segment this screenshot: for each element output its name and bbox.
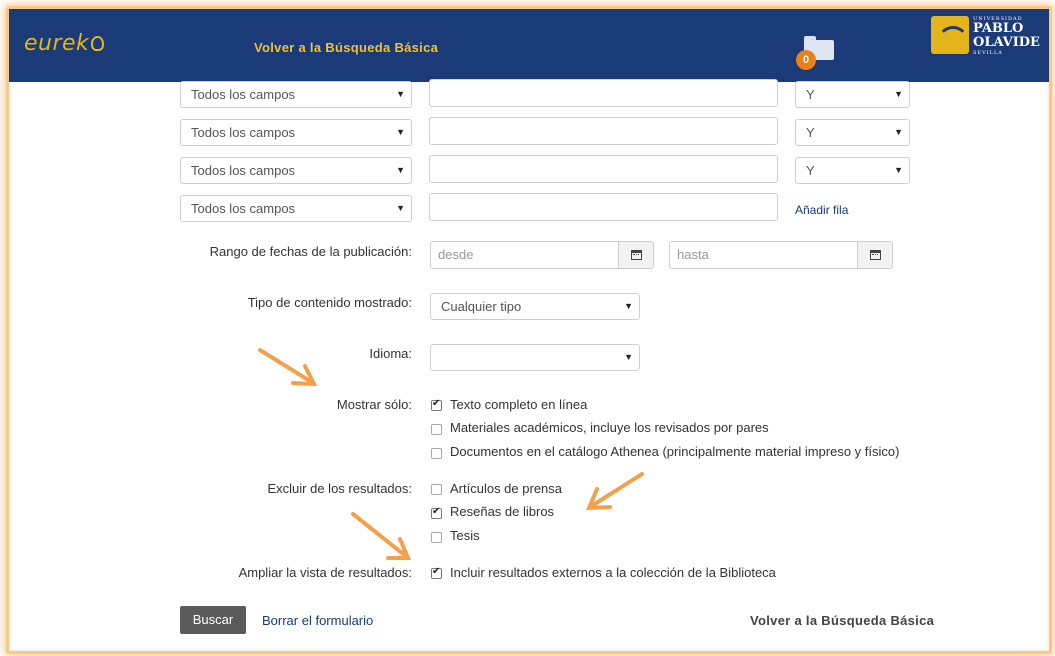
language-label: Idioma: (369, 346, 412, 361)
exclude-label: Excluir de los resultados: (267, 481, 412, 496)
newspaper-articles-option[interactable]: Artículos de prensa (450, 481, 562, 496)
external-results-checkbox[interactable] (431, 566, 442, 579)
caret-down-icon: ▼ (894, 127, 903, 137)
calendar-icon (870, 250, 881, 260)
date-to-calendar-button[interactable] (857, 241, 893, 269)
search-term-input-1[interactable] (429, 79, 778, 107)
screenshot-frame: eurek Volver a la Búsqueda Básica 0 UNIV… (6, 6, 1052, 654)
full-text-checkbox[interactable] (431, 398, 442, 411)
date-from-calendar-button[interactable] (618, 241, 654, 269)
field-select-2[interactable]: Todos los campos ▼ (180, 119, 412, 146)
caret-down-icon: ▼ (396, 89, 405, 99)
peer-reviewed-checkbox[interactable] (431, 424, 442, 435)
arrow-head-show-only (291, 364, 318, 387)
caret-down-icon: ▼ (894, 165, 903, 175)
caret-down-icon: ▼ (624, 301, 633, 311)
date-to-input[interactable]: hasta (669, 241, 859, 269)
search-term-input-4[interactable] (429, 193, 778, 221)
caret-down-icon: ▼ (396, 203, 405, 213)
field-select-4[interactable]: Todos los campos ▼ (180, 195, 412, 222)
operator-select-2[interactable]: Y ▼ (795, 119, 910, 146)
search-term-input-2[interactable] (429, 117, 778, 145)
folder-count-badge: 0 (796, 50, 816, 70)
advanced-search-form: Todos los campos ▼ Y ▼ Todos los campos ▼ Y… (9, 79, 1049, 651)
clear-form-link[interactable]: Borrar el formulario (262, 613, 373, 628)
catalog-athenea-option[interactable]: Documentos en el catálogo Athenea (princ… (450, 444, 899, 459)
operator-select-1[interactable]: Y ▼ (795, 81, 910, 108)
content-type-select[interactable]: Cualquier tipo ▼ (430, 293, 640, 320)
full-text-option[interactable]: Texto completo en línea (450, 397, 587, 412)
content-type-label: Tipo de contenido mostrado: (247, 295, 412, 310)
peer-reviewed-option[interactable]: Materiales académicos, incluye los revis… (450, 420, 769, 435)
show-only-label: Mostrar sólo: (336, 397, 412, 412)
arrow-head-book-reviews (585, 487, 612, 511)
calendar-icon (631, 250, 642, 260)
expand-results-label: Ampliar la vista de resultados: (238, 565, 412, 580)
language-select[interactable]: ▼ (430, 344, 640, 371)
caret-down-icon: ▼ (396, 127, 405, 137)
theses-option[interactable]: Tesis (450, 528, 480, 543)
caret-down-icon: ▼ (894, 89, 903, 99)
eureka-logo[interactable]: eurek (24, 31, 105, 56)
search-term-input-3[interactable] (429, 155, 778, 183)
newspaper-articles-checkbox[interactable] (431, 484, 442, 495)
arrow-head-expand-results (386, 537, 412, 560)
date-range-label: Rango de fechas de la publicación: (209, 244, 412, 259)
catalog-athenea-checkbox[interactable] (431, 448, 442, 459)
external-results-option[interactable]: Incluir resultados externos a la colecci… (450, 565, 776, 580)
book-reviews-checkbox[interactable] (431, 506, 442, 519)
date-from-input[interactable]: desde (430, 241, 620, 269)
operator-select-3[interactable]: Y ▼ (795, 157, 910, 184)
add-row-link[interactable]: Añadir fila (795, 203, 848, 217)
field-select-3[interactable]: Todos los campos ▼ (180, 157, 412, 184)
theses-checkbox[interactable] (431, 532, 442, 543)
book-reviews-option[interactable]: Reseñas de libros (450, 504, 554, 519)
back-to-basic-search-link[interactable]: Volver a la Búsqueda Básica (254, 40, 438, 55)
university-seal-icon (931, 16, 969, 54)
caret-down-icon: ▼ (396, 165, 405, 175)
top-bar: eurek Volver a la Búsqueda Básica 0 UNIV… (9, 9, 1049, 82)
back-to-basic-search-bottom-link[interactable]: Volver a la Búsqueda Básica (750, 613, 934, 628)
search-button[interactable]: Buscar (180, 606, 246, 634)
arrow-expand-results (351, 512, 409, 559)
caret-down-icon: ▼ (624, 352, 633, 362)
field-select-1[interactable]: Todos los campos ▼ (180, 81, 412, 108)
lightbulb-icon (91, 36, 105, 51)
arrow-book-reviews (588, 472, 644, 509)
university-logo[interactable]: UNIVERSIDAD PABLO OLAVIDE SEVILLA (931, 16, 1040, 60)
